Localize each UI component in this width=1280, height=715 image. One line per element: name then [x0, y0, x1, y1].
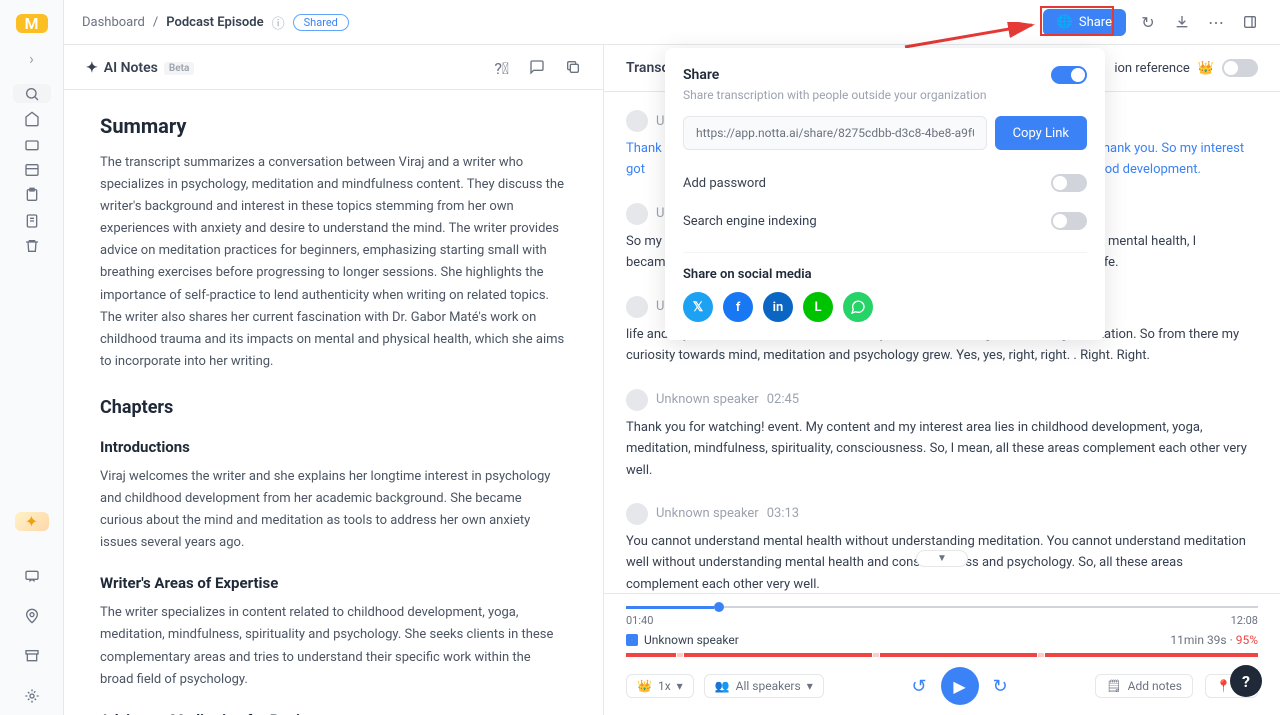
app-logo[interactable]: M — [16, 14, 48, 33]
duration: 11min 39s — [1170, 633, 1226, 647]
speed-selector[interactable]: 👑1x▾ — [626, 674, 694, 698]
document-icon[interactable] — [13, 211, 51, 230]
avatar — [626, 110, 648, 132]
sparkle-icon[interactable]: ✦ — [15, 512, 49, 531]
home-icon[interactable] — [13, 109, 51, 128]
breadcrumb: Dashboard / Podcast Episode ⓘ Shared — [82, 13, 349, 32]
ai-notes-label: AI Notes — [104, 60, 158, 76]
people-icon: 👥 — [715, 679, 730, 693]
percent: 95% — [1236, 633, 1258, 647]
popup-title: Share — [683, 67, 719, 83]
expand-chevron-icon[interactable]: ▼ — [916, 550, 968, 567]
chapter-2-text: The writer specializes in content relate… — [100, 602, 567, 690]
ref-label: ion reference — [1114, 61, 1189, 76]
download-icon[interactable] — [1170, 10, 1194, 34]
add-notes-button[interactable]: 🗒Add notes — [1095, 674, 1193, 698]
archive-icon[interactable] — [13, 637, 51, 675]
play-button[interactable]: ▶ — [941, 667, 979, 705]
utterance-text[interactable]: Thank you for watching! event. My conten… — [626, 417, 1258, 481]
twitter-icon[interactable]: 𝕏 — [683, 292, 713, 322]
refresh-icon[interactable]: ↻ — [1136, 10, 1160, 34]
skip-forward-icon[interactable]: ↻ — [993, 676, 1008, 697]
annotation-highlight — [1040, 6, 1114, 36]
shared-badge: Shared — [293, 14, 349, 31]
share-enable-toggle[interactable] — [1051, 66, 1087, 84]
breadcrumb-sep: / — [153, 15, 158, 30]
utterance: Unknown speaker03:13 You cannot understa… — [626, 503, 1258, 593]
audio-player: 01:40 12:08 Unknown speaker 11min 39s · … — [604, 593, 1280, 715]
whatsapp-icon[interactable] — [843, 292, 873, 322]
ai-notes-tab[interactable]: ✦ AI Notes Beta — [86, 60, 194, 88]
speaker-label: Unknown speaker — [656, 392, 759, 407]
collapse-arrow-icon[interactable]: › — [22, 49, 42, 68]
chat-icon[interactable] — [13, 557, 51, 595]
search-icon[interactable] — [13, 84, 51, 103]
pin-icon: 📍 — [1216, 679, 1231, 693]
breadcrumb-current: Podcast Episode — [166, 15, 263, 30]
info-icon[interactable]: ⓘ — [272, 13, 285, 32]
chevron-down-icon: ▾ — [677, 679, 683, 693]
social-heading: Share on social media — [683, 267, 1087, 282]
share-link-input[interactable] — [683, 116, 987, 150]
avatar — [626, 389, 648, 411]
avatar — [626, 503, 648, 525]
help-fab[interactable]: ? — [1230, 665, 1262, 697]
chevron-down-icon: ▾ — [807, 679, 813, 693]
chapters-heading: Chapters — [100, 397, 567, 418]
skip-back-icon[interactable]: ↺ — [911, 676, 926, 697]
breadcrumb-root[interactable]: Dashboard — [82, 15, 145, 30]
line-icon[interactable]: L — [803, 292, 833, 322]
share-popup: Share Share transcription with people ou… — [665, 48, 1105, 340]
timestamp[interactable]: 03:13 — [767, 506, 799, 521]
note-icon: 🗒 — [1106, 679, 1121, 693]
copy-icon[interactable] — [565, 59, 581, 79]
beta-badge: Beta — [164, 62, 194, 75]
current-time: 01:40 — [626, 614, 653, 627]
summary-heading: Summary — [100, 114, 567, 138]
utterance: Unknown speaker 02:45 Thank you for watch… — [626, 389, 1258, 481]
copy-link-button[interactable]: Copy Link — [995, 116, 1087, 150]
location-icon[interactable] — [13, 597, 51, 635]
comment-icon[interactable] — [529, 59, 545, 79]
search-indexing-label: Search engine indexing — [683, 214, 817, 229]
popup-subtitle: Share transcription with people outside … — [683, 88, 1087, 102]
speakers-selector[interactable]: 👥All speakers▾ — [704, 674, 824, 698]
add-password-label: Add password — [683, 176, 766, 191]
facebook-icon[interactable]: f — [723, 292, 753, 322]
settings-icon[interactable] — [13, 677, 51, 715]
chapter-3-title: Advice on Meditation for Beginners — [100, 711, 567, 715]
waveform[interactable] — [626, 653, 1258, 657]
folder-icon[interactable] — [13, 135, 51, 154]
reference-toggle[interactable] — [1222, 59, 1258, 77]
scrubber-knob[interactable] — [714, 602, 724, 612]
linkedin-icon[interactable]: in — [763, 292, 793, 322]
total-time: 12:08 — [1231, 614, 1258, 627]
search-indexing-toggle[interactable] — [1051, 212, 1087, 230]
speaker-checkbox[interactable] — [626, 634, 638, 646]
chapter-2-title: Writer's Areas of Expertise — [100, 574, 567, 592]
add-password-toggle[interactable] — [1051, 174, 1087, 192]
sidebar: M › ✦ — [0, 0, 64, 715]
avatar — [626, 203, 648, 225]
trash-icon[interactable] — [13, 237, 51, 256]
summary-text: The transcript summarizes a conversation… — [100, 152, 567, 373]
sparkle-icon: ✦ — [86, 60, 98, 76]
timeline[interactable] — [626, 604, 1258, 610]
calendar-icon[interactable] — [13, 160, 51, 179]
chapter-1-title: Introductions — [100, 438, 567, 456]
avatar — [626, 296, 648, 318]
ai-notes-panel: ✦ AI Notes Beta ?⃝ Summary The transcrip… — [64, 45, 604, 715]
speaker-name: Unknown speaker — [644, 633, 739, 647]
timestamp[interactable]: 02:45 — [767, 392, 799, 407]
panel-icon[interactable] — [1238, 10, 1262, 34]
crown-icon: 👑 — [1198, 61, 1214, 76]
more-icon[interactable]: ⋯ — [1204, 10, 1228, 34]
clipboard-icon[interactable] — [13, 186, 51, 205]
chapter-1-text: Viraj welcomes the writer and she explai… — [100, 466, 567, 554]
crown-icon: 👑 — [637, 679, 652, 693]
help-icon[interactable]: ?⃝ — [494, 59, 509, 79]
speaker-label: Unknown speaker — [656, 506, 759, 521]
